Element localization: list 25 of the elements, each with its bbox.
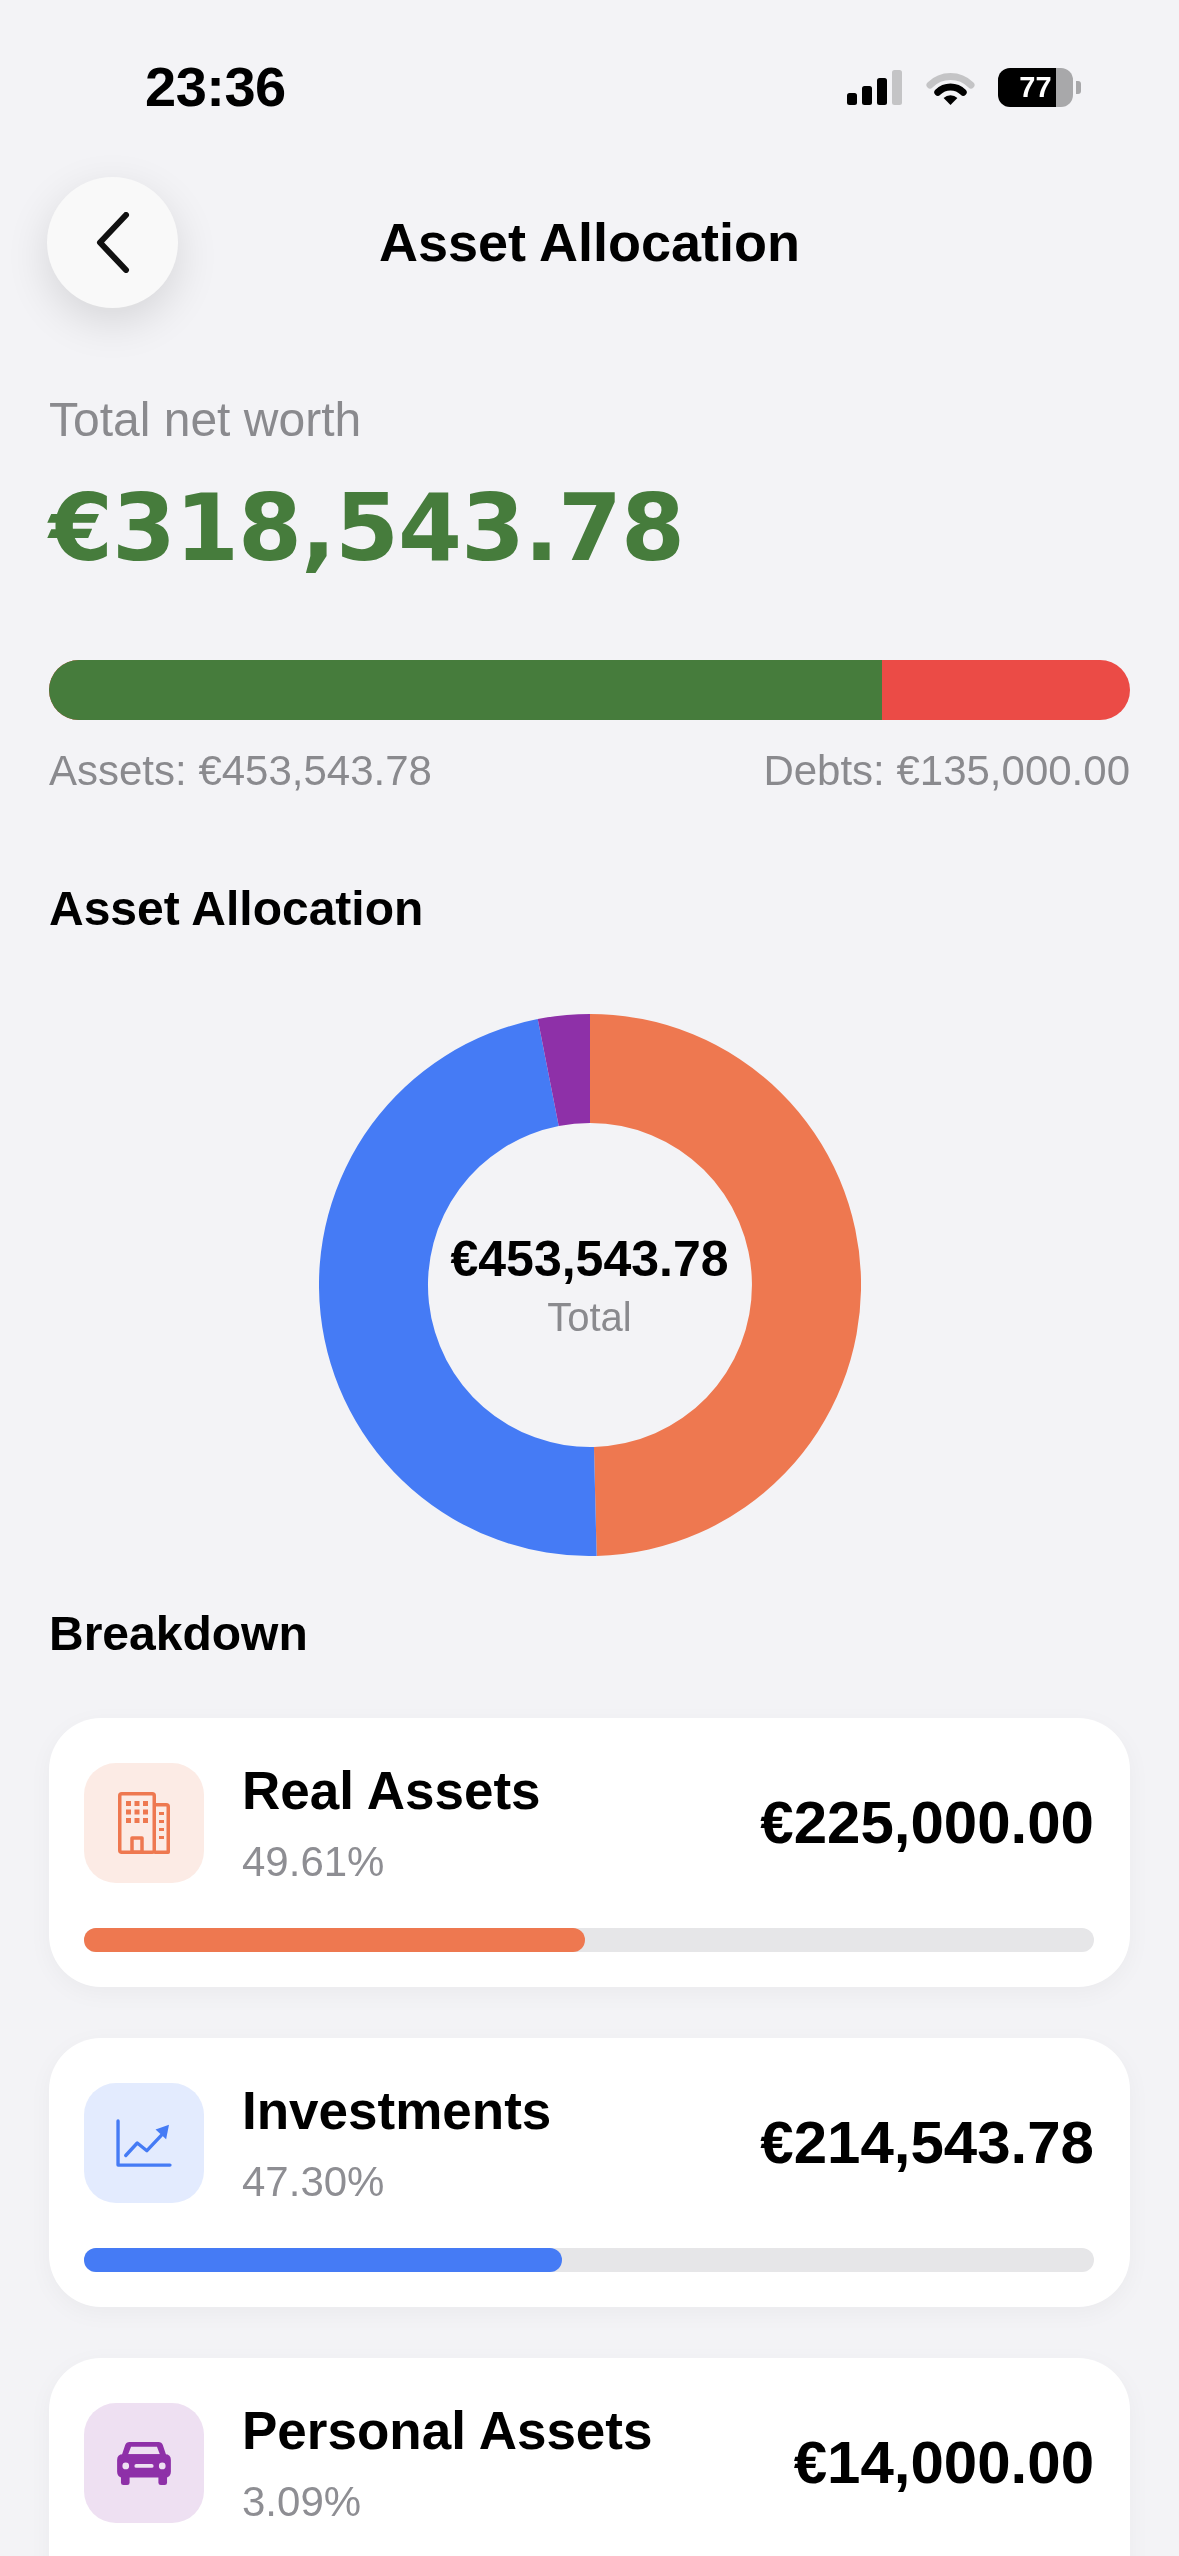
donut-total-amount: €453,543.78 [450,1229,729,1289]
net-worth-amount: €318,543.78 [49,477,686,579]
battery-indicator: 77 [998,67,1081,107]
debts-label: Debts: €135,000.00 [763,745,1130,796]
status-time: 23:36 [145,59,286,115]
page-title: Asset Allocation [378,211,801,275]
category-amount: €225,000.00 [760,1788,1094,1859]
category-name: Investments [242,2080,552,2143]
chevron-left-icon [94,212,131,273]
car-icon [84,2403,204,2524]
assets-label: Assets: €453,543.78 [49,745,432,796]
category-percent: 3.09% [242,2476,362,2527]
category-name: Personal Assets [242,2400,653,2463]
category-name: Real Assets [242,1760,541,1823]
line-chart-icon [84,2083,204,2204]
donut-total-label: Total [547,1293,632,1341]
signal-icon [847,69,903,105]
category-amount: €214,543.78 [760,2108,1094,2179]
category-percent: 47.30% [242,2156,385,2207]
category-percent: 49.61% [242,1836,385,1887]
category-amount: €14,000.00 [793,2428,1094,2499]
section-title: Asset Allocation [49,881,425,938]
building-icon [84,1763,204,1884]
section-title: Breakdown [49,1605,309,1662]
net-worth-label: Total net worth [49,392,363,448]
